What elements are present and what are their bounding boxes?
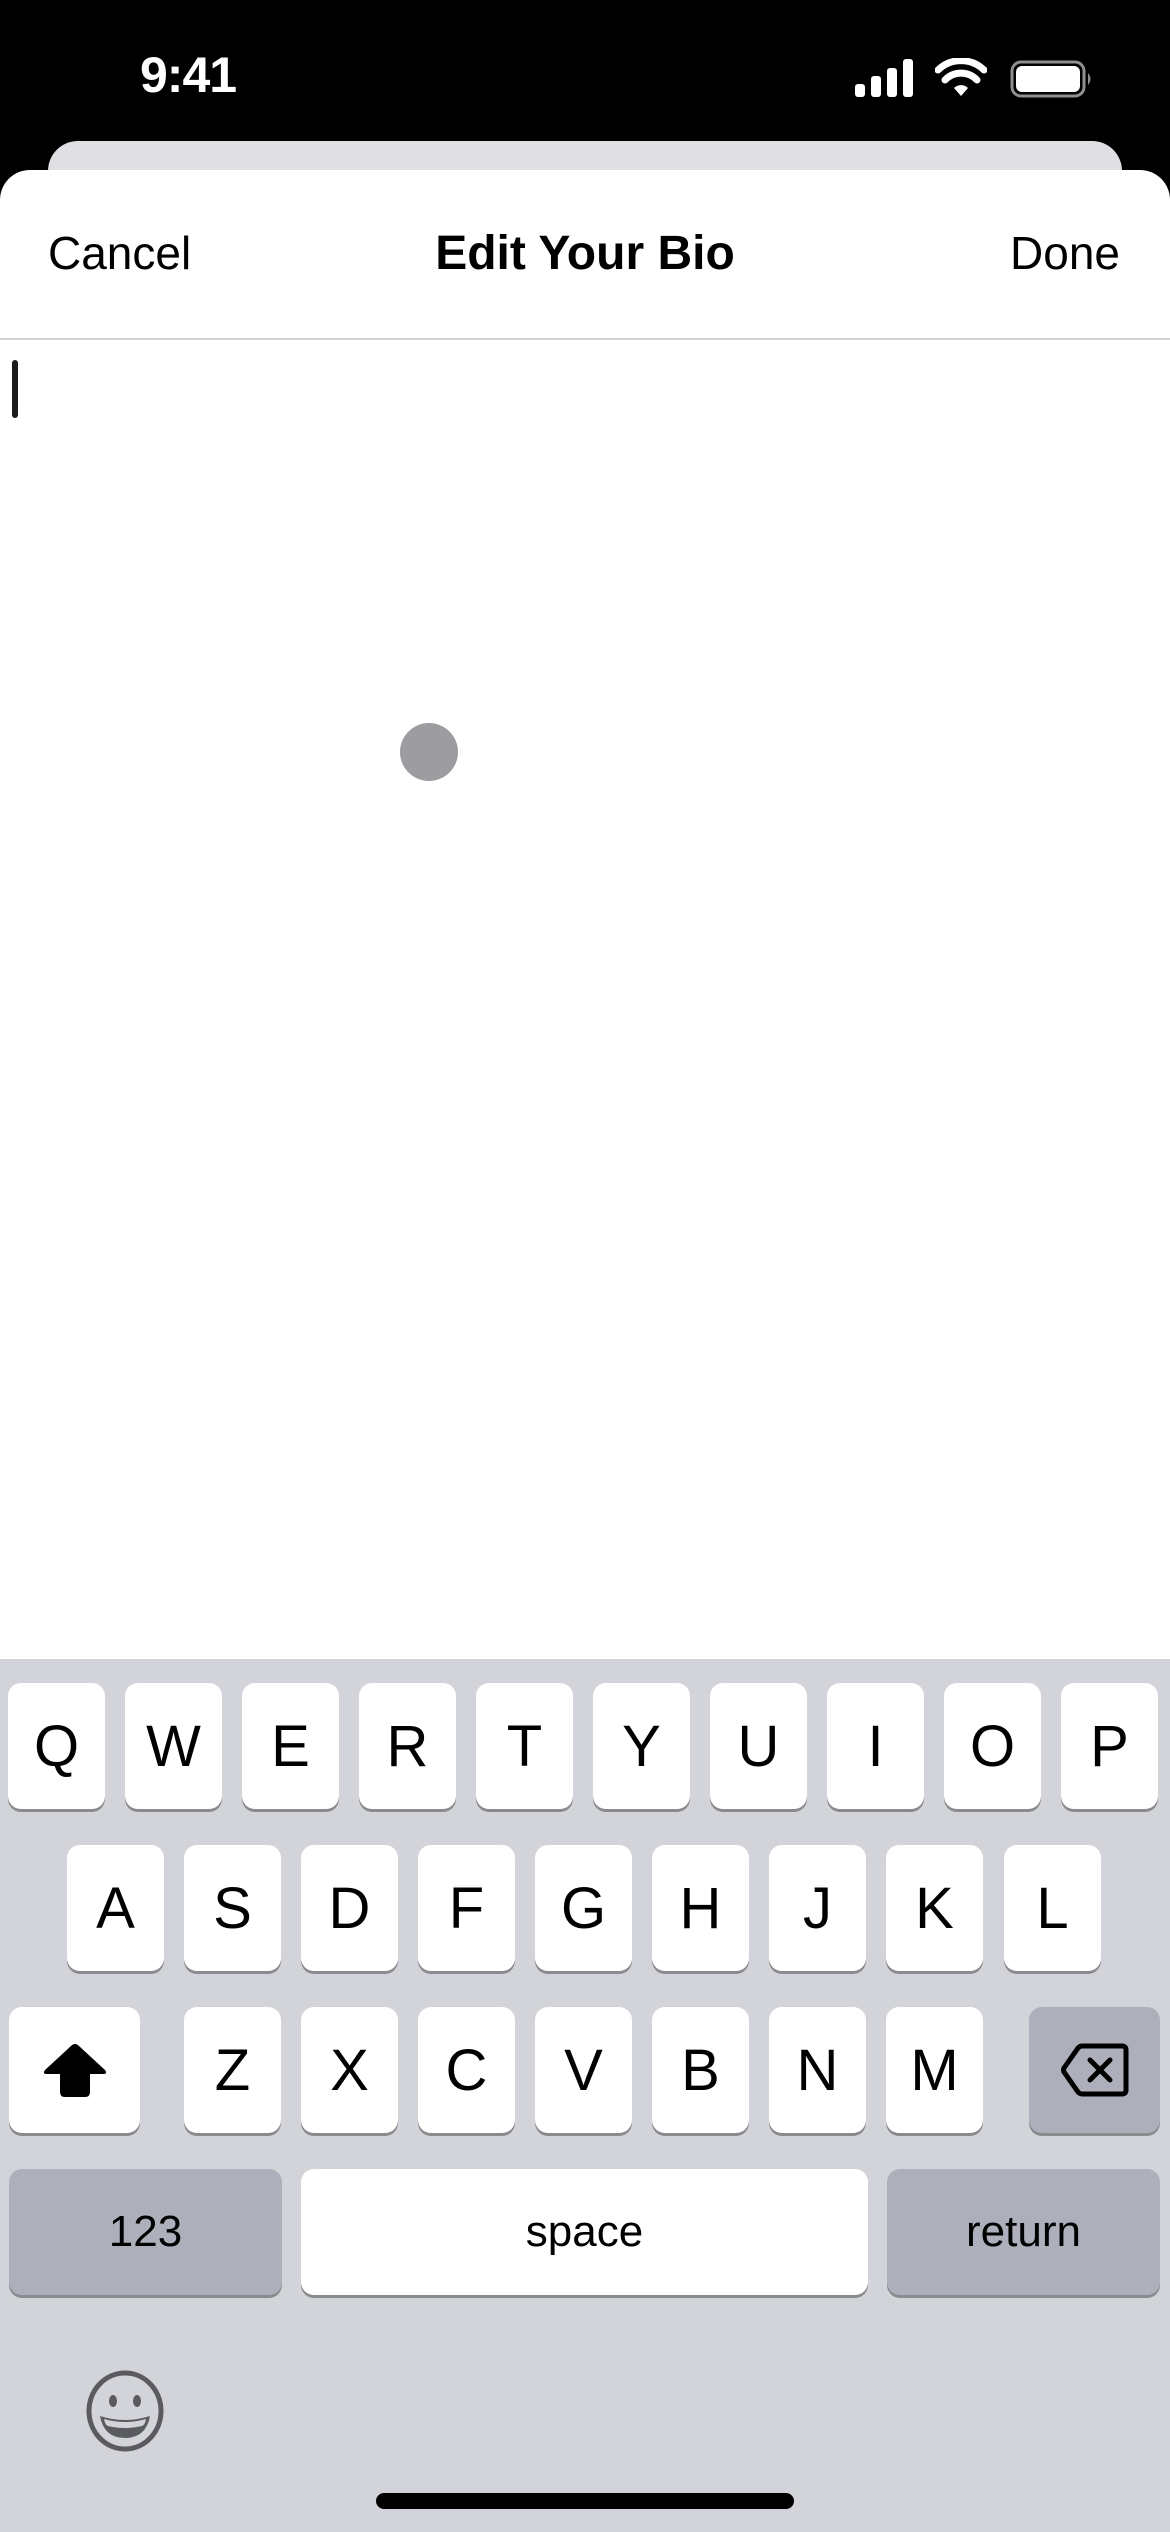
emoji-face-icon[interactable] bbox=[84, 2370, 166, 2452]
text-cursor bbox=[12, 360, 18, 418]
key-m[interactable]: M bbox=[886, 2007, 983, 2133]
delete-key[interactable] bbox=[1029, 2007, 1160, 2133]
key-x[interactable]: X bbox=[301, 2007, 398, 2133]
key-t[interactable]: T bbox=[476, 1683, 573, 1809]
key-w[interactable]: W bbox=[125, 1683, 222, 1809]
key-e[interactable]: E bbox=[242, 1683, 339, 1809]
home-indicator bbox=[376, 2493, 794, 2509]
done-button[interactable]: Done bbox=[1010, 226, 1120, 280]
key-r[interactable]: R bbox=[359, 1683, 456, 1809]
key-u[interactable]: U bbox=[710, 1683, 807, 1809]
key-k[interactable]: K bbox=[886, 1845, 983, 1971]
wifi-icon bbox=[935, 58, 987, 96]
key-y[interactable]: Y bbox=[593, 1683, 690, 1809]
key-l[interactable]: L bbox=[1004, 1845, 1101, 1971]
key-j[interactable]: J bbox=[769, 1845, 866, 1971]
edit-bio-sheet: Cancel Edit Your Bio Done bbox=[0, 170, 1170, 1670]
battery-icon bbox=[1010, 60, 1091, 98]
key-n[interactable]: N bbox=[769, 2007, 866, 2133]
key-g[interactable]: G bbox=[535, 1845, 632, 1971]
nav-bar: Cancel Edit Your Bio Done bbox=[0, 170, 1170, 340]
bio-text-area[interactable] bbox=[0, 342, 1170, 1658]
delete-backspace-icon bbox=[1060, 2043, 1128, 2097]
key-v[interactable]: V bbox=[535, 2007, 632, 2133]
cellular-signal-icon bbox=[855, 59, 913, 97]
key-c[interactable]: C bbox=[418, 2007, 515, 2133]
key-a[interactable]: A bbox=[67, 1845, 164, 1971]
key-i[interactable]: I bbox=[827, 1683, 924, 1809]
space-key[interactable]: space bbox=[301, 2169, 868, 2295]
key-q[interactable]: Q bbox=[8, 1683, 105, 1809]
touch-indicator bbox=[400, 723, 458, 781]
status-time: 9:41 bbox=[140, 47, 237, 103]
return-key[interactable]: return bbox=[887, 2169, 1160, 2295]
key-f[interactable]: F bbox=[418, 1845, 515, 1971]
shift-arrow-icon bbox=[43, 2044, 106, 2097]
key-b[interactable]: B bbox=[652, 2007, 749, 2133]
shift-key[interactable] bbox=[9, 2007, 140, 2133]
numbers-key[interactable]: 123 bbox=[9, 2169, 282, 2295]
key-d[interactable]: D bbox=[301, 1845, 398, 1971]
status-bar: 9:41 bbox=[0, 0, 1170, 140]
key-z[interactable]: Z bbox=[184, 2007, 281, 2133]
key-o[interactable]: O bbox=[944, 1683, 1041, 1809]
key-h[interactable]: H bbox=[652, 1845, 749, 1971]
cancel-button[interactable]: Cancel bbox=[48, 226, 191, 280]
key-s[interactable]: S bbox=[184, 1845, 281, 1971]
key-p[interactable]: P bbox=[1061, 1683, 1158, 1809]
